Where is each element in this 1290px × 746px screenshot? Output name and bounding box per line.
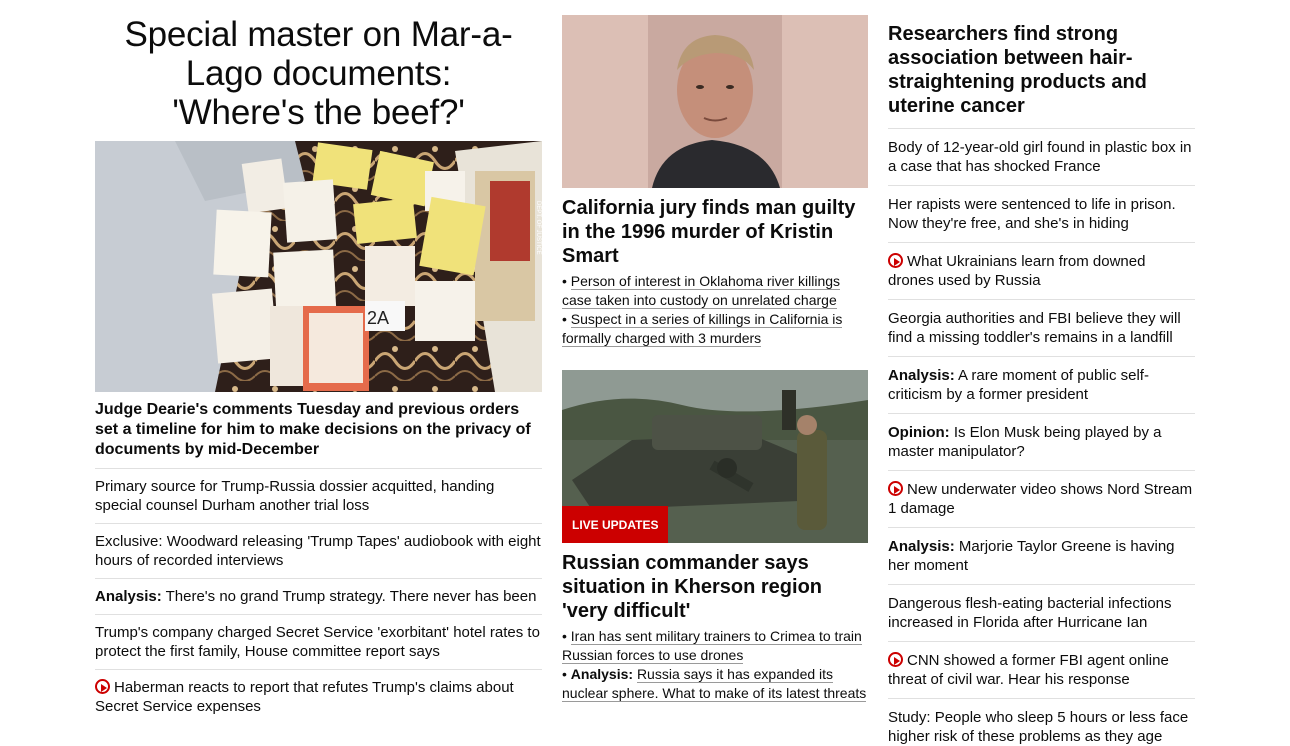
list-item-text: Dangerous flesh-eating bacterial infecti… [888,595,1172,631]
list-item-text: Study: People who sleep 5 hours or less … [888,709,1189,745]
story-headline[interactable]: California jury finds man guilty in the … [562,196,868,268]
play-video-icon [888,481,903,496]
list-item-text: There's no grand Trump strategy. There n… [165,588,537,605]
bullet-item[interactable]: • Person of interest in Oklahoma river k… [562,272,868,310]
right-column: Researchers find strong association betw… [888,0,1195,746]
list-item[interactable]: Analysis: A rare moment of public self-c… [888,356,1195,413]
play-video-icon [888,652,903,667]
play-video-icon [888,253,903,268]
left-column: Special master on Mar-a- Lago documents:… [95,0,542,724]
list-item[interactable]: Trump's company charged Secret Service '… [95,614,542,669]
list-item-text: Body of 12-year-old girl found in plasti… [888,139,1192,175]
list-item-text: Georgia authorities and FBI believe they… [888,310,1181,346]
list-item-text: Her rapists were sentenced to life in pr… [888,196,1176,232]
story-bullets: • Iran has sent military trainers to Cri… [562,627,868,703]
list-item[interactable]: Exclusive: Woodward releasing 'Trump Tap… [95,523,542,578]
main-headline-line: Lago documents: [185,54,452,93]
mugshot-photo[interactable] [562,15,868,188]
list-item[interactable]: Her rapists were sentenced to life in pr… [888,185,1195,242]
bullet-item[interactable]: • Suspect in a series of killings in Cal… [562,310,868,348]
list-item[interactable]: What Ukrainians learn from downed drones… [888,242,1195,299]
bullet-prefix: Analysis: [570,666,634,682]
lead-summary[interactable]: Judge Dearie's comments Tuesday and prev… [95,400,542,460]
list-item[interactable]: Body of 12-year-old girl found in plasti… [888,128,1195,185]
photo-credit: DEPT. OF JUSTICE [535,201,541,255]
list-item-text: Haberman reacts to report that refutes T… [95,679,514,715]
list-item-text: Exclusive: Woodward releasing 'Trump Tap… [95,533,541,569]
story-bullets: • Person of interest in Oklahoma river k… [562,272,868,348]
middle-column: California jury finds man guilty in the … [562,0,868,703]
right-headline-list: Body of 12-year-old girl found in plasti… [888,128,1195,746]
list-item-prefix: Opinion: [888,424,950,441]
list-item[interactable]: Haberman reacts to report that refutes T… [95,669,542,724]
bullet-link[interactable]: Person of interest in Oklahoma river kil… [562,273,841,309]
list-item-prefix: Analysis: [888,367,955,384]
list-item[interactable]: Opinion: Is Elon Musk being played by a … [888,413,1195,470]
right-column-headline[interactable]: Researchers find strong association betw… [888,22,1195,118]
list-item-text: What Ukrainians learn from downed drones… [888,253,1146,289]
list-item[interactable]: CNN showed a former FBI agent online thr… [888,641,1195,698]
bullet-item[interactable]: • Iran has sent military trainers to Cri… [562,627,868,665]
list-item[interactable]: Analysis: There's no grand Trump strateg… [95,578,542,614]
main-headline[interactable]: Special master on Mar-a- Lago documents:… [95,15,542,132]
list-item[interactable]: Primary source for Trump-Russia dossier … [95,468,542,523]
list-item[interactable]: Dangerous flesh-eating bacterial infecti… [888,584,1195,641]
bullet-item[interactable]: • Analysis: Russia says it has expanded … [562,665,868,703]
list-item-text: Trump's company charged Secret Service '… [95,624,540,660]
list-item[interactable]: Study: People who sleep 5 hours or less … [888,698,1195,746]
mugshot-graphic [562,15,868,188]
list-item-prefix: Analysis: [95,588,162,605]
list-item-prefix: Analysis: [888,538,955,555]
main-headline-line: Special master on Mar-a- [124,15,513,54]
bullet-link[interactable]: Iran has sent military trainers to Crime… [562,628,862,664]
live-updates-badge[interactable]: LIVE UPDATES [562,506,669,543]
tank-photo[interactable]: LIVE UPDATES [562,370,868,543]
play-video-icon [95,679,110,694]
list-item-text: New underwater video shows Nord Stream 1… [888,481,1193,517]
main-headline-line: 'Where's the beef?' [172,93,465,132]
list-item[interactable]: Georgia authorities and FBI believe they… [888,299,1195,356]
documents-photo-graphic: 2A DEPT. OF JUSTICE [95,141,542,392]
story-headline[interactable]: Russian commander says situation in Kher… [562,551,868,623]
left-headline-list: Primary source for Trump-Russia dossier … [95,468,542,724]
list-item[interactable]: New underwater video shows Nord Stream 1… [888,470,1195,527]
list-item[interactable]: Analysis: Marjorie Taylor Greene is havi… [888,527,1195,584]
list-item-text: Primary source for Trump-Russia dossier … [95,478,495,514]
bullet-link[interactable]: Suspect in a series of killings in Calif… [562,311,843,347]
photo-label: 2A [367,308,389,328]
list-item-text: CNN showed a former FBI agent online thr… [888,652,1169,688]
documents-photo[interactable]: 2A DEPT. OF JUSTICE [95,141,542,392]
